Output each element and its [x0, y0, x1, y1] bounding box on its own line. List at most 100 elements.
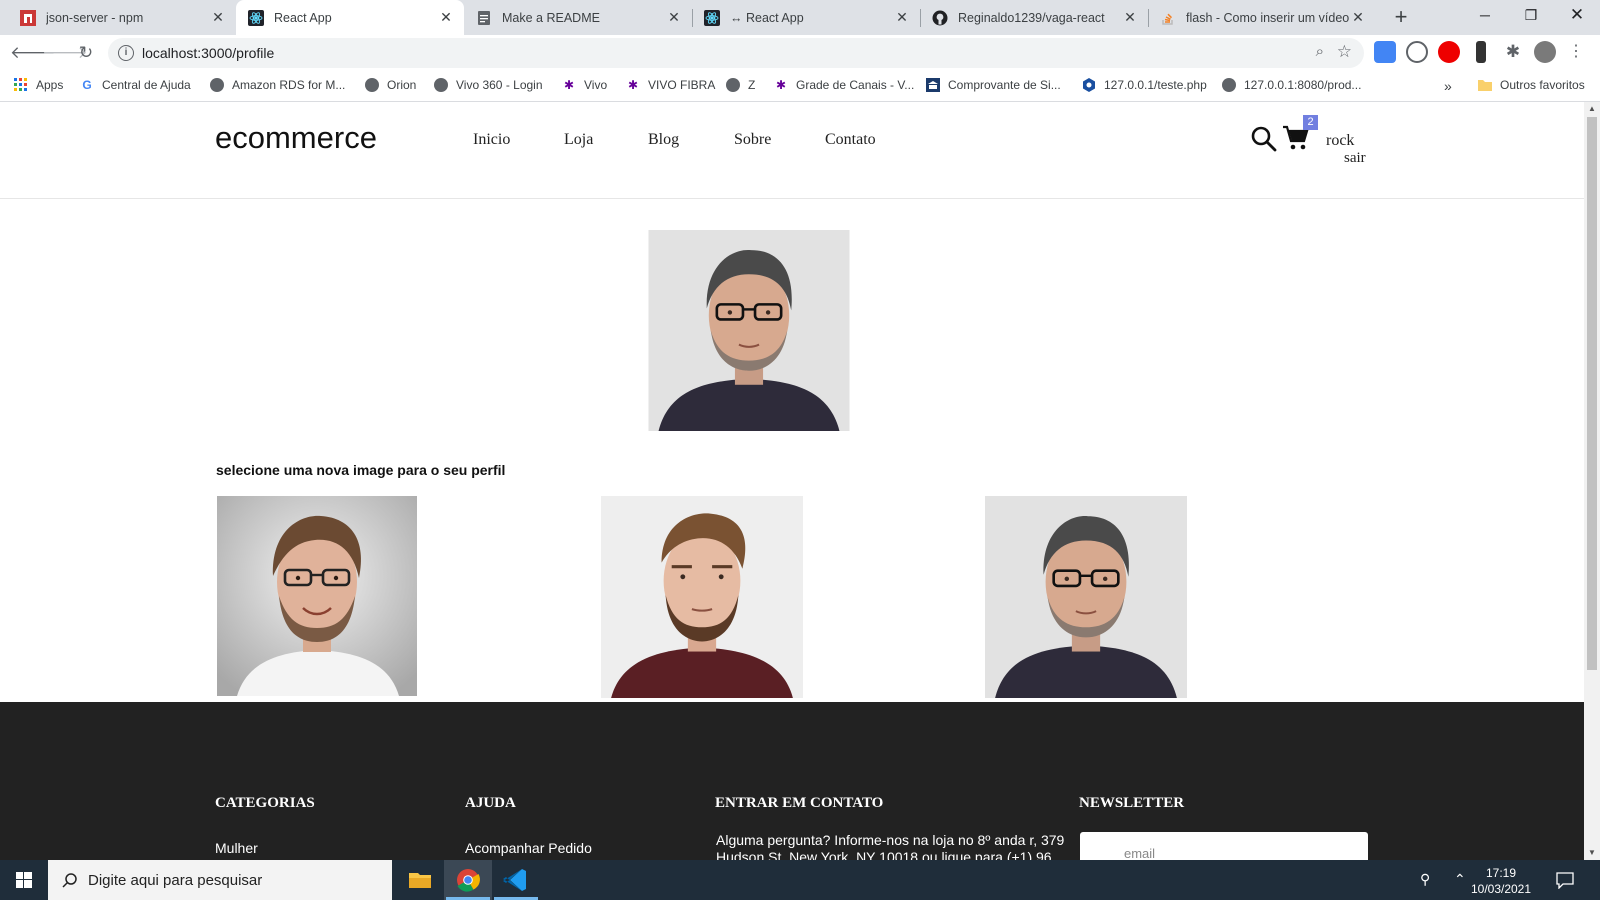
bookmark-item[interactable]: Vivo 360 - Login	[434, 78, 543, 92]
clock-date: 10/03/2021	[1470, 882, 1532, 896]
bookmark-item[interactable]: ✱ Vivo	[562, 78, 607, 92]
cart-count-badge: 2	[1303, 115, 1318, 130]
bank-icon	[926, 78, 940, 92]
taskbar-search-placeholder: Digite aqui para pesquisar	[88, 871, 263, 889]
profile-option-3[interactable]	[985, 496, 1187, 698]
bookmarks-overflow-button[interactable]: »	[1444, 78, 1452, 94]
close-icon[interactable]: ✕	[210, 9, 226, 26]
taskbar-clock[interactable]: 17:19 10/03/2021	[1466, 865, 1536, 897]
bookmark-star-icon[interactable]: ☆	[1337, 42, 1352, 62]
browser-tab-active[interactable]: React App ✕	[236, 0, 464, 35]
bookmark-label: Comprovante de Si...	[948, 78, 1061, 92]
nav-sobre[interactable]: Sobre	[734, 131, 771, 149]
back-arrow-icon[interactable]: 🡐	[10, 41, 56, 65]
bookmark-item[interactable]: ✱ VIVO FIBRA	[626, 78, 715, 92]
clock-time: 17:19	[1485, 866, 1517, 880]
profile-option-2[interactable]	[601, 496, 803, 698]
extension-icon[interactable]	[1406, 41, 1428, 63]
restore-button[interactable]: ❐	[1508, 0, 1554, 32]
avatar[interactable]	[1534, 41, 1556, 63]
vscode-icon[interactable]	[492, 860, 540, 900]
site-footer: CATEGORIAS AJUDA ENTRAR EM CONTATO NEWSL…	[0, 702, 1584, 860]
bookmark-item[interactable]: Z	[726, 78, 755, 92]
bookmark-item[interactable]: 127.0.0.1/teste.php	[1082, 78, 1207, 92]
bookmark-item[interactable]: 127.0.0.1:8080/prod...	[1222, 78, 1361, 92]
react-icon	[704, 9, 720, 26]
other-bookmarks-folder[interactable]: Outros favoritos	[1478, 78, 1585, 92]
people-icon[interactable]: ⚲	[1420, 871, 1430, 888]
tab-title: flash - Como inserir um vídeo r	[1186, 10, 1350, 25]
extension-icon[interactable]	[1476, 41, 1486, 63]
address-bar[interactable]: i localhost:3000/profile ⌕ ☆	[108, 38, 1364, 68]
bookmarks-bar: Apps G Central de Ajuda Amazon RDS for M…	[0, 71, 1600, 102]
close-icon[interactable]: ✕	[438, 9, 454, 26]
search-icon	[62, 873, 77, 888]
extensions-puzzle-icon[interactable]: ✱	[1502, 41, 1524, 63]
nav-loja[interactable]: Loja	[564, 131, 593, 149]
stackoverflow-icon	[1160, 10, 1176, 26]
translate-extension-icon[interactable]	[1374, 41, 1396, 63]
url-text[interactable]: localhost:3000/profile	[142, 45, 274, 61]
github-icon	[932, 10, 948, 26]
browser-tab[interactable]: Make a README ✕	[464, 0, 692, 35]
site-header: ecommerce Inicio Loja Blog Sobre Contato…	[0, 102, 1584, 199]
window-close-button[interactable]: ✕	[1554, 0, 1600, 32]
browser-tab[interactable]: flash - Como inserir um vídeo r ✕	[1148, 0, 1376, 35]
close-icon[interactable]: ✕	[894, 9, 910, 26]
close-icon[interactable]: ✕	[1350, 9, 1366, 26]
scroll-up-arrow-icon[interactable]: ▲	[1584, 102, 1600, 116]
zoom-icon[interactable]: ⌕	[1316, 43, 1324, 60]
globe-icon	[434, 78, 448, 92]
tab-title: React App	[274, 10, 332, 25]
new-tab-button[interactable]: +	[1388, 4, 1414, 30]
bookmark-apps[interactable]: Apps	[14, 78, 63, 92]
taskbar-search-box[interactable]: Digite aqui para pesquisar	[48, 860, 392, 900]
footer-categories-title: CATEGORIAS	[215, 795, 315, 811]
browser-tab[interactable]: Reginaldo1239/vaga-react ✕	[920, 0, 1148, 35]
opera-extension-icon[interactable]	[1438, 41, 1460, 63]
forward-arrow-icon[interactable]: 🡒	[42, 41, 88, 65]
browser-menu-icon[interactable]: ⋮	[1568, 41, 1584, 63]
profile-option-1[interactable]	[217, 496, 417, 696]
newsletter-email-input[interactable]: email	[1080, 832, 1368, 860]
search-icon[interactable]	[1250, 125, 1278, 153]
footer-link-track-order[interactable]: Acompanhar Pedido	[465, 840, 592, 856]
logout-link[interactable]: sair	[1344, 150, 1366, 167]
scroll-down-arrow-icon[interactable]: ▼	[1584, 846, 1600, 860]
npm-icon	[20, 9, 36, 26]
tray-chevron-up-icon[interactable]: ⌃	[1454, 871, 1466, 888]
browser-tab[interactable]: ↔ React App ✕	[692, 0, 920, 35]
bookmark-item[interactable]: Orion	[365, 78, 416, 92]
nav-blog[interactable]: Blog	[648, 131, 679, 149]
close-icon[interactable]: ✕	[666, 9, 682, 26]
footer-link-mulher[interactable]: Mulher	[215, 840, 258, 856]
document-icon	[476, 10, 492, 26]
bookmark-label: Central de Ajuda	[102, 78, 191, 92]
file-explorer-icon[interactable]	[396, 860, 444, 900]
user-name[interactable]: rock	[1326, 132, 1354, 150]
tab-title: ↔ React App	[730, 10, 804, 25]
browser-tab[interactable]: json-server - npm ✕	[8, 0, 236, 35]
current-profile-photo	[648, 230, 850, 431]
bookmark-label: Amazon RDS for M...	[232, 78, 346, 92]
close-icon[interactable]: ✕	[1122, 9, 1138, 26]
footer-help-title: AJUDA	[465, 795, 516, 811]
info-icon[interactable]: i	[118, 45, 134, 61]
bookmark-item[interactable]: Comprovante de Si...	[926, 78, 1061, 92]
bookmark-item[interactable]: G Central de Ajuda	[80, 78, 191, 92]
chrome-icon[interactable]	[444, 860, 492, 900]
page-scrollbar[interactable]: ▲ ▼	[1584, 102, 1600, 860]
bookmark-item[interactable]: Amazon RDS for M...	[210, 78, 345, 92]
nav-inicio[interactable]: Inicio	[473, 131, 510, 149]
site-logo[interactable]: ecommerce	[215, 120, 377, 156]
bookmark-item[interactable]: ✱ Grade de Canais - V...	[774, 78, 914, 92]
windows-start-icon[interactable]	[0, 860, 48, 900]
bookmark-label: Orion	[387, 78, 417, 92]
bookmark-label: Apps	[36, 78, 64, 92]
bookmark-label: Vivo 360 - Login	[456, 78, 543, 92]
reload-icon[interactable]: ↻	[74, 41, 98, 65]
minimize-button[interactable]: ─	[1462, 0, 1508, 32]
nav-contato[interactable]: Contato	[825, 131, 876, 149]
notification-center-icon[interactable]	[1556, 871, 1574, 889]
scrollbar-thumb[interactable]	[1587, 117, 1597, 670]
